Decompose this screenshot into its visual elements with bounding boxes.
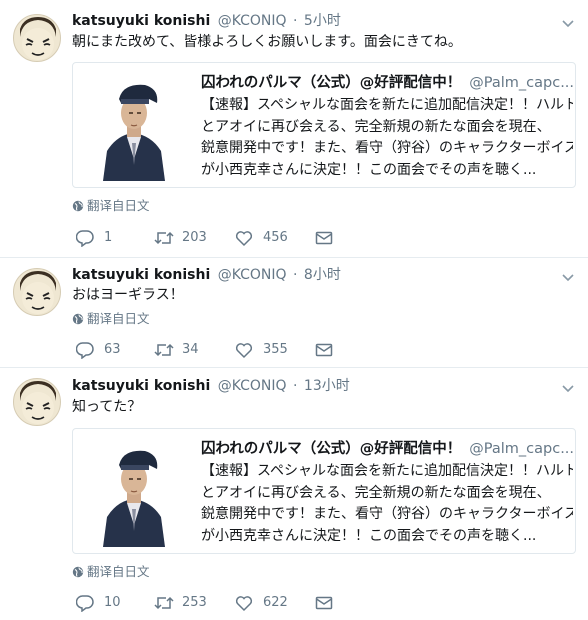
tweet-header: katsuyuki konishi @KCONIQ · 8小时 xyxy=(72,265,341,285)
card-desc-line: とアオイに再び会える、完全新規の新たな面会を現在、 xyxy=(201,484,551,501)
tweet-header: katsuyuki konishi @KCONIQ · 13小时 xyxy=(72,376,350,396)
tweet[interactable]: katsuyuki konishi @KCONIQ · 5小时 朝にまた改めて、… xyxy=(0,0,588,258)
tweet-text: 知ってた？ xyxy=(72,399,142,415)
heart-icon xyxy=(235,596,253,612)
card-title: 囚われのパルマ（公式）@好評配信中！ xyxy=(201,441,462,457)
tweet[interactable]: katsuyuki konishi @KCONIQ · 13小时 知ってた？ 囚… xyxy=(0,368,588,620)
envelope-icon xyxy=(315,343,333,357)
card-desc-line: とアオイに再び会える、完全新規の新たな面会を現在、 xyxy=(201,118,551,135)
card-handle: @Palm_capc... xyxy=(469,75,575,91)
card-title: 囚われのパルマ（公式）@好評配信中！ xyxy=(201,75,462,91)
avatar[interactable] xyxy=(13,268,61,316)
translate-link[interactable]: 翻译自日文 xyxy=(72,563,150,581)
card-desc-line: が小西克幸さんに決定！！この面会でその声を聴く... xyxy=(201,161,537,178)
retweet-count: 253 xyxy=(182,595,207,610)
user-handle[interactable]: @KCONIQ xyxy=(218,13,287,29)
reply-count: 63 xyxy=(104,342,121,357)
tweet-text: 朝にまた改めて、皆様よろしくお願いします。面会にきてね。 xyxy=(72,34,462,50)
translate-label: 翻译自日文 xyxy=(87,311,150,326)
chevron-down-icon[interactable] xyxy=(562,271,574,283)
globe-icon xyxy=(72,313,84,325)
retweet-icon xyxy=(154,596,174,610)
like-count: 456 xyxy=(263,230,288,245)
reply-icon xyxy=(76,230,94,247)
retweet-icon xyxy=(154,231,174,245)
card-title-row: 囚われのパルマ（公式）@好評配信中！ @Palm_capc... xyxy=(201,439,574,459)
tweet[interactable]: katsuyuki konishi @KCONIQ · 8小时 おはヨーギラス！… xyxy=(0,258,588,368)
reply-icon xyxy=(76,342,94,359)
timestamp[interactable]: 8小时 xyxy=(304,267,341,283)
reply-icon xyxy=(76,595,94,612)
avatar[interactable] xyxy=(13,378,61,426)
retweet-count: 203 xyxy=(182,230,207,245)
envelope-icon xyxy=(315,231,333,245)
timestamp[interactable]: 5小时 xyxy=(304,13,341,29)
link-card[interactable]: 囚われのパルマ（公式）@好評配信中！ @Palm_capc... 【速報】スペシャ… xyxy=(72,428,576,554)
separator-dot: · xyxy=(293,267,298,283)
globe-icon xyxy=(72,566,84,578)
user-handle[interactable]: @KCONIQ xyxy=(218,378,287,394)
card-desc-line: 【速報】スペシャルな面会を新たに追加配信決定！！ハルト xyxy=(201,97,573,113)
card-image xyxy=(83,73,185,181)
tweet-text: おはヨーギラス！ xyxy=(72,287,184,303)
link-card[interactable]: 囚われのパルマ（公式）@好評配信中！ @Palm_capc... 【速報】スペシャ… xyxy=(72,62,576,188)
like-count: 355 xyxy=(263,342,288,357)
card-desc-line: が小西克幸さんに決定！！この面会でその声を聴く... xyxy=(201,527,537,544)
separator-dot: · xyxy=(293,13,298,29)
display-name[interactable]: katsuyuki konishi xyxy=(72,378,210,394)
heart-icon xyxy=(235,343,253,359)
display-name[interactable]: katsuyuki konishi xyxy=(72,267,210,283)
heart-icon xyxy=(235,231,253,247)
separator-dot: · xyxy=(293,378,298,394)
reply-count: 1 xyxy=(104,230,113,245)
retweet-count: 34 xyxy=(182,342,199,357)
tweet-header: katsuyuki konishi @KCONIQ · 5小时 xyxy=(72,11,341,31)
card-desc-line: 鋭意開発中です！また、看守（狩谷）のキャラクターボイス xyxy=(201,506,573,522)
card-description: 【速報】スペシャルな面会を新たに追加配信決定！！ハルト とアオイに再び会える、完… xyxy=(201,95,573,181)
display-name[interactable]: katsuyuki konishi xyxy=(72,13,210,29)
card-handle: @Palm_capc... xyxy=(469,441,575,457)
card-title-row: 囚われのパルマ（公式）@好評配信中！ @Palm_capc... xyxy=(201,73,574,93)
retweet-icon xyxy=(154,343,174,357)
like-count: 622 xyxy=(263,595,288,610)
timestamp[interactable]: 13小时 xyxy=(304,378,350,394)
card-image xyxy=(83,439,185,547)
translate-label: 翻译自日文 xyxy=(87,564,150,579)
translate-label: 翻译自日文 xyxy=(87,198,150,213)
avatar[interactable] xyxy=(13,14,61,62)
chevron-down-icon[interactable] xyxy=(562,17,574,29)
card-desc-line: 【速報】スペシャルな面会を新たに追加配信決定！！ハルト xyxy=(201,463,573,479)
envelope-icon xyxy=(315,596,333,610)
chevron-down-icon[interactable] xyxy=(562,382,574,394)
user-handle[interactable]: @KCONIQ xyxy=(218,267,287,283)
translate-link[interactable]: 翻译自日文 xyxy=(72,310,150,328)
card-desc-line: 鋭意開発中です！また、看守（狩谷）のキャラクターボイス xyxy=(201,140,573,156)
reply-count: 10 xyxy=(104,595,121,610)
card-description: 【速報】スペシャルな面会を新たに追加配信決定！！ハルト とアオイに再び会える、完… xyxy=(201,461,573,547)
translate-link[interactable]: 翻译自日文 xyxy=(72,197,150,215)
globe-icon xyxy=(72,200,84,212)
